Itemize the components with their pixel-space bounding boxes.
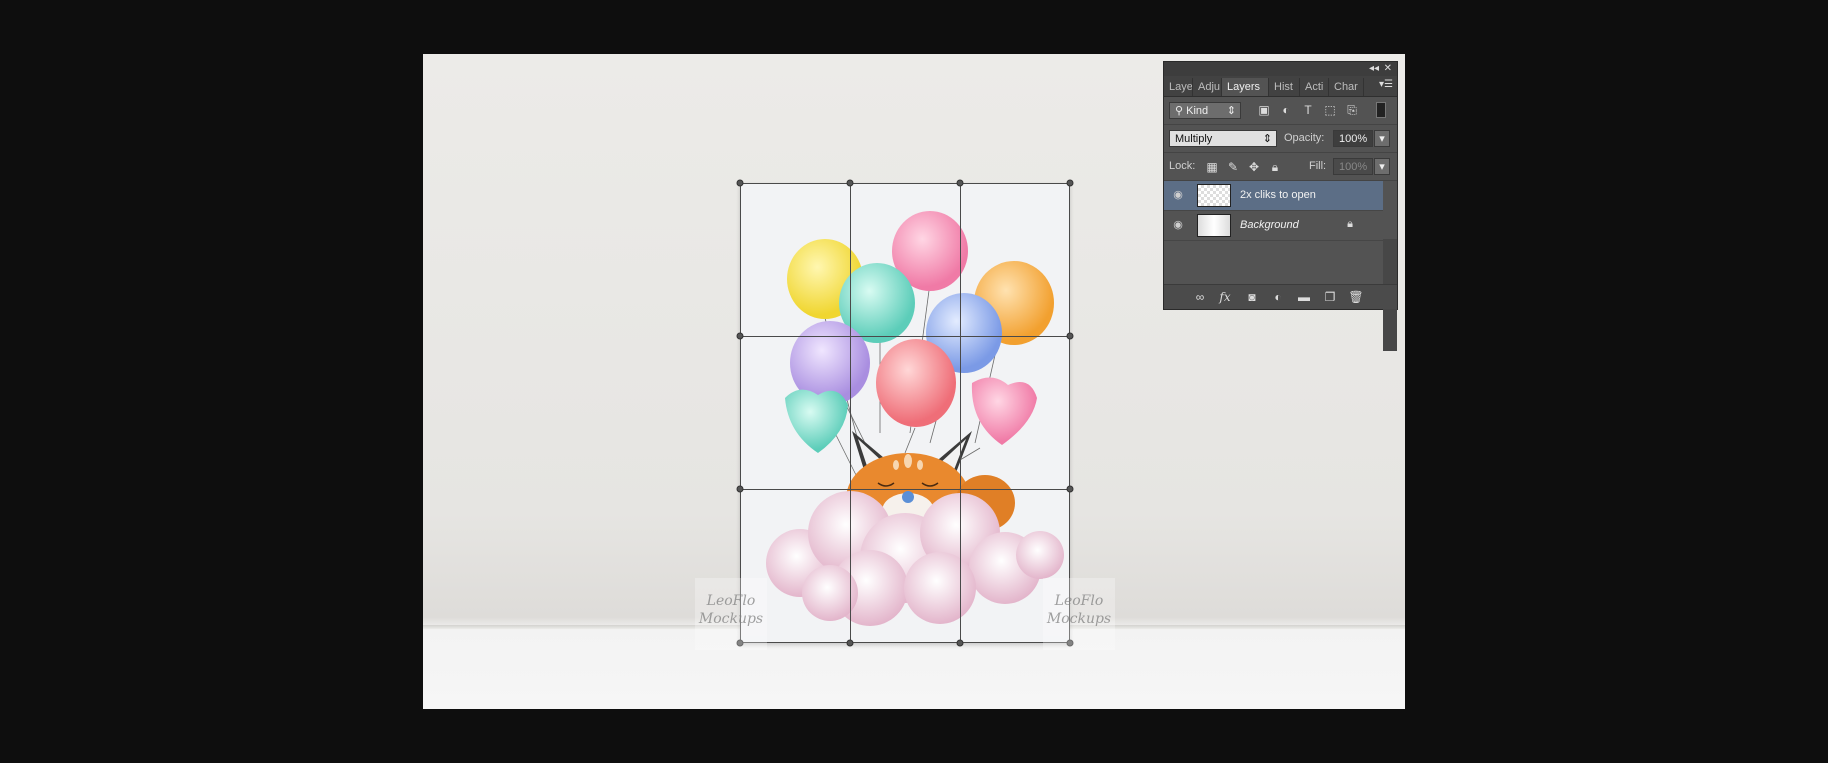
transform-handle[interactable] (736, 179, 744, 187)
blend-mode-value: Multiply (1175, 133, 1213, 145)
transform-handle[interactable] (846, 179, 854, 187)
layers-bottom-toolbar: ∞ fx ◙ ◐ ▬ ❐ 🗑︎ (1164, 284, 1397, 309)
layer-name[interactable]: Background (1240, 211, 1299, 240)
lock-image-pixels-icon[interactable]: ✎ (1225, 159, 1241, 175)
visibility-eye-icon[interactable]: ◉ (1171, 188, 1185, 202)
tab-layers[interactable]: Layers (1222, 78, 1269, 96)
filter-row: ⚲ Kind ⇕ ▣ ◐ T ⬚ ⎘ (1164, 97, 1397, 125)
tab-layer-comps[interactable]: Laye (1164, 78, 1193, 96)
delete-layer-trash-icon[interactable]: 🗑︎ (1348, 289, 1364, 305)
close-icon[interactable]: ✕ (1384, 62, 1392, 76)
visibility-eye-icon[interactable]: ◉ (1171, 218, 1185, 232)
grid-line (740, 336, 1070, 337)
layers-list: ◉ 2x cliks to open ◉ Background 🔒︎ (1164, 181, 1383, 241)
tab-adjustments[interactable]: Adju (1193, 78, 1222, 96)
adjustment-layer-icon[interactable]: ◐ (1270, 289, 1286, 305)
filter-kind-label: Kind (1186, 105, 1209, 117)
transform-handle[interactable] (956, 639, 964, 647)
lock-label: Lock: (1169, 160, 1196, 172)
watermark-line2: Mockups (1046, 611, 1112, 627)
background-thumbnail (1197, 214, 1231, 237)
layer-lock-icon: 🔒︎ (1347, 218, 1353, 230)
updown-icon: ⇕ (1262, 133, 1272, 145)
fill-input[interactable]: 100% (1333, 158, 1373, 175)
panel-tabs: Laye Adju Layers Hist Acti Char ▾☰ (1164, 76, 1397, 97)
lock-position-icon[interactable]: ✥ (1246, 159, 1262, 175)
link-layers-icon[interactable]: ∞ (1192, 289, 1208, 305)
grid-line (740, 183, 1070, 184)
grid-line (740, 183, 741, 643)
blend-mode-select[interactable]: Multiply ⇕ (1169, 130, 1277, 147)
opacity-label: Opacity: (1284, 132, 1325, 144)
tab-character[interactable]: Char (1329, 78, 1364, 96)
smart-object-filter-icon[interactable]: ⎘ (1344, 102, 1360, 118)
grid-line (740, 642, 1070, 643)
layer-mask-icon[interactable]: ◙ (1244, 289, 1260, 305)
fill-dropdown-button[interactable]: ▾ (1374, 158, 1390, 175)
watermark-right: LeoFlo Mockups (1043, 578, 1115, 650)
lock-transparent-pixels-icon[interactable]: ▦ (1204, 159, 1220, 175)
filter-toggle[interactable] (1376, 102, 1386, 118)
tab-actions[interactable]: Acti (1300, 78, 1329, 96)
opacity-input[interactable]: 100% (1333, 130, 1373, 147)
pixel-filter-icon[interactable]: ▣ (1256, 102, 1272, 118)
transform-grid[interactable] (736, 179, 1074, 647)
new-layer-icon[interactable]: ❐ (1322, 289, 1338, 305)
collapse-icon[interactable]: ◂◂ (1369, 62, 1379, 76)
type-filter-icon[interactable]: T (1300, 102, 1316, 118)
panel-titlebar: ◂◂ ✕ (1164, 62, 1397, 76)
layer-row-smart-object[interactable]: ◉ 2x cliks to open (1164, 181, 1383, 211)
layer-row-background[interactable]: ◉ Background 🔒︎ (1164, 211, 1383, 241)
transform-handle[interactable] (956, 179, 964, 187)
tab-history[interactable]: Hist (1269, 78, 1300, 96)
grid-line (850, 183, 851, 643)
watermark-line1: LeoFlo (706, 593, 756, 609)
fill-label: Fill: (1309, 160, 1327, 172)
grid-line (960, 183, 961, 643)
lock-all-icon[interactable]: 🔒︎ (1267, 159, 1283, 175)
opacity-dropdown-button[interactable]: ▾ (1374, 130, 1390, 147)
filter-kind-select[interactable]: ⚲ Kind ⇕ (1169, 102, 1241, 119)
grid-line (1069, 183, 1070, 643)
adjustment-filter-icon[interactable]: ◐ (1278, 102, 1294, 118)
watermark-left: LeoFlo Mockups (695, 578, 767, 650)
blend-row: Multiply ⇕ Opacity: 100% ▾ (1164, 125, 1397, 153)
updown-icon: ⇕ (1226, 105, 1236, 117)
shape-filter-icon[interactable]: ⬚ (1322, 102, 1338, 118)
transform-handle[interactable] (1066, 332, 1074, 340)
grid-line (740, 489, 1070, 490)
transform-handle[interactable] (1066, 179, 1074, 187)
transform-handle[interactable] (1066, 485, 1074, 493)
layer-style-fx-icon[interactable]: fx (1217, 289, 1233, 305)
layer-name[interactable]: 2x cliks to open (1240, 181, 1316, 210)
new-group-folder-icon[interactable]: ▬ (1296, 289, 1312, 305)
transform-handle[interactable] (846, 639, 854, 647)
search-icon: ⚲ (1175, 105, 1187, 117)
layers-panel: ◂◂ ✕ Laye Adju Layers Hist Acti Char ▾☰ … (1163, 61, 1398, 351)
smart-object-thumbnail (1197, 184, 1231, 207)
transform-handle[interactable] (736, 332, 744, 340)
watermark-line1: LeoFlo (1054, 593, 1104, 609)
lock-row: Lock: ▦ ✎ ✥ 🔒︎ Fill: 100% ▾ (1164, 153, 1397, 181)
panel-menu-icon[interactable]: ▾☰ (1379, 79, 1393, 90)
transform-handle[interactable] (736, 485, 744, 493)
watermark-line2: Mockups (698, 611, 764, 627)
